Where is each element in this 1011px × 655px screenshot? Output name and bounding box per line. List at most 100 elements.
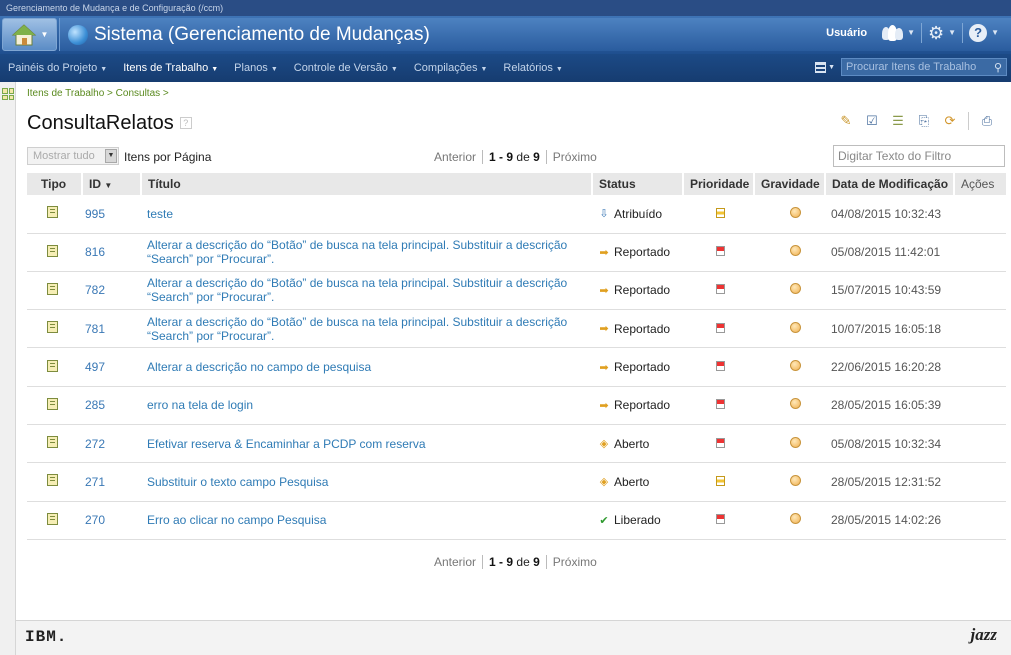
export-icon[interactable]: ⎘ bbox=[916, 113, 932, 129]
document-icon[interactable]: ☰ bbox=[890, 113, 906, 129]
dashboard-icon[interactable] bbox=[2, 88, 14, 100]
nav-item-reports[interactable]: Relatórios ▼ bbox=[495, 62, 570, 74]
table-row[interactable]: 816 Alterar a descrição do “Botão” de bus… bbox=[27, 233, 1006, 272]
modified-date: 05/08/2015 10:32:34 bbox=[831, 436, 942, 451]
col-priority[interactable]: Prioridade bbox=[683, 173, 755, 195]
work-item-id[interactable]: 995 bbox=[82, 195, 141, 233]
work-item-title[interactable]: Alterar a descrição no campo de pesquisa bbox=[141, 348, 592, 386]
table-header: Tipo ID ▼ Título Status Prioridade Gravi… bbox=[27, 173, 1006, 195]
table-row[interactable]: 781 Alterar a descrição do “Botão” de bus… bbox=[27, 310, 1006, 348]
table-row[interactable]: 271 Substituir o texto campo Pesquisa ◈ Abe… bbox=[27, 463, 1006, 502]
row-actions[interactable] bbox=[954, 310, 1006, 348]
pager-range: 1 - 9 bbox=[489, 150, 514, 164]
modified-date: 22/06/2015 16:20:28 bbox=[831, 360, 942, 375]
row-actions[interactable] bbox=[954, 386, 1006, 424]
table-row[interactable]: 497 Alterar a descrição no campo de pesqu… bbox=[27, 348, 1006, 387]
work-item-id[interactable]: 781 bbox=[82, 310, 141, 348]
nav-item-project-dashboards[interactable]: Painéis do Projeto ▼ bbox=[0, 62, 115, 74]
work-item-id[interactable]: 497 bbox=[82, 348, 141, 386]
nav-item-builds[interactable]: Compilações ▼ bbox=[406, 62, 496, 74]
work-item-type-icon[interactable] bbox=[815, 61, 827, 73]
work-item-title[interactable]: Alterar a descrição do “Botão” de busca … bbox=[141, 233, 592, 271]
work-item-title[interactable]: Alterar a descrição do “Botão” de busca … bbox=[141, 271, 592, 309]
severity-normal-icon bbox=[790, 398, 801, 410]
edit-query-icon[interactable]: ✎ bbox=[838, 113, 854, 129]
col-modified-date[interactable]: Data de Modificação bbox=[825, 173, 955, 195]
users-menu[interactable]: ▼ bbox=[881, 22, 923, 43]
footer: IBM. jazz bbox=[16, 620, 1011, 655]
status-label: Reportado bbox=[614, 245, 671, 260]
chevron-down-icon[interactable]: ▼ bbox=[828, 64, 835, 71]
work-item-id[interactable]: 816 bbox=[82, 233, 141, 271]
breadcrumb[interactable]: Itens de Trabalho > Consultas > bbox=[27, 88, 1007, 100]
work-item-id[interactable]: 285 bbox=[82, 386, 141, 424]
home-button[interactable]: ▼ bbox=[2, 18, 57, 51]
modified-date: 28/05/2015 16:05:39 bbox=[831, 398, 942, 413]
status-reported-icon: ➡ bbox=[599, 284, 609, 297]
modified-date: 05/08/2015 11:42:01 bbox=[831, 245, 941, 260]
nav-item-version-control[interactable]: Controle de Versão ▼ bbox=[286, 62, 406, 74]
settings-menu[interactable]: ⚙ ▼ bbox=[928, 22, 964, 43]
pager-top: Anterior 1 - 9 de 9 Próximo bbox=[434, 150, 597, 164]
filter-input[interactable]: Digitar Texto do Filtro bbox=[833, 145, 1005, 167]
search-icon[interactable]: ⚲ bbox=[994, 60, 1002, 76]
col-severity[interactable]: Gravidade bbox=[754, 173, 826, 195]
pager-next[interactable]: Próximo bbox=[553, 150, 597, 164]
row-actions[interactable] bbox=[954, 463, 1006, 501]
work-item-id[interactable]: 782 bbox=[82, 271, 141, 309]
table-row[interactable]: 995 teste ⇩ Atribuído 04/08/2015 10:32:43 bbox=[27, 195, 1006, 233]
work-item-title[interactable]: teste bbox=[141, 195, 592, 233]
col-status[interactable]: Status bbox=[592, 173, 684, 195]
table-row[interactable]: 272 Efetivar reserva & Encaminhar a PCDP … bbox=[27, 424, 1006, 463]
status-label: Aberto bbox=[614, 436, 650, 451]
nav-item-plans[interactable]: Planos ▼ bbox=[226, 62, 286, 74]
nav-item-work-items[interactable]: Itens de Trabalho ▼ bbox=[115, 62, 226, 74]
severity-normal-icon bbox=[790, 321, 801, 333]
row-actions[interactable] bbox=[954, 348, 1006, 386]
user-label[interactable]: Usuário bbox=[826, 27, 867, 39]
refresh-icon[interactable]: ⟳ bbox=[942, 113, 958, 129]
pager-prev[interactable]: Anterior bbox=[434, 150, 476, 164]
defect-type-icon bbox=[47, 282, 58, 295]
row-actions[interactable] bbox=[954, 233, 1006, 271]
row-actions[interactable] bbox=[954, 501, 1006, 539]
severity-normal-icon bbox=[790, 245, 801, 257]
chevron-down-icon: ▼ bbox=[211, 66, 219, 73]
edit-list-icon[interactable]: ☑ bbox=[864, 113, 880, 129]
col-id[interactable]: ID ▼ bbox=[82, 173, 142, 195]
status-label: Liberado bbox=[614, 513, 661, 528]
table-row[interactable]: 285 erro na tela de login ➡ Reportado 28/05/… bbox=[27, 386, 1006, 425]
pager-next[interactable]: Próximo bbox=[553, 555, 597, 569]
row-actions[interactable] bbox=[954, 195, 1006, 233]
status-reported-icon: ➡ bbox=[599, 399, 609, 412]
status-reported-icon: ➡ bbox=[599, 246, 609, 259]
row-actions[interactable] bbox=[954, 271, 1006, 309]
defect-type-icon bbox=[47, 206, 58, 219]
work-item-id[interactable]: 271 bbox=[82, 463, 141, 501]
table-row[interactable]: 270 Erro ao clicar no campo Pesquisa ✔ Libe… bbox=[27, 501, 1006, 540]
work-item-id[interactable]: 270 bbox=[82, 501, 141, 539]
chevron-down-icon[interactable]: ▼ bbox=[105, 149, 117, 163]
table-row[interactable]: 782 Alterar a descrição do “Botão” de bus… bbox=[27, 271, 1006, 310]
work-item-id[interactable]: 272 bbox=[82, 424, 141, 462]
help-menu[interactable]: ? ▼ bbox=[969, 23, 1005, 43]
priority-high-icon bbox=[716, 361, 725, 372]
toolbar-divider bbox=[968, 112, 969, 130]
col-type[interactable]: Tipo bbox=[27, 173, 83, 195]
work-items-search-input[interactable]: Procurar Itens de Trabalho ⚲ bbox=[841, 58, 1007, 76]
page-size-select[interactable]: Mostrar tudo ▼ bbox=[27, 147, 119, 165]
work-item-title[interactable]: erro na tela de login bbox=[141, 386, 592, 424]
gear-icon: ⚙ bbox=[928, 22, 945, 43]
work-item-title[interactable]: Efetivar reserva & Encaminhar a PCDP com… bbox=[141, 424, 592, 462]
status-reported-icon: ➡ bbox=[599, 323, 609, 336]
work-item-title[interactable]: Alterar a descrição do “Botão” de busca … bbox=[141, 310, 592, 348]
col-actions: Ações bbox=[961, 177, 995, 191]
pager-prev[interactable]: Anterior bbox=[434, 555, 476, 569]
print-icon[interactable]: ⎙ bbox=[979, 113, 995, 129]
work-item-title[interactable]: Erro ao clicar no campo Pesquisa bbox=[141, 501, 592, 539]
work-item-title[interactable]: Substituir o texto campo Pesquisa bbox=[141, 463, 592, 501]
defect-type-icon bbox=[47, 321, 58, 334]
row-actions[interactable] bbox=[954, 424, 1006, 462]
col-title[interactable]: Título bbox=[141, 173, 593, 195]
help-icon[interactable]: ? bbox=[179, 117, 192, 129]
